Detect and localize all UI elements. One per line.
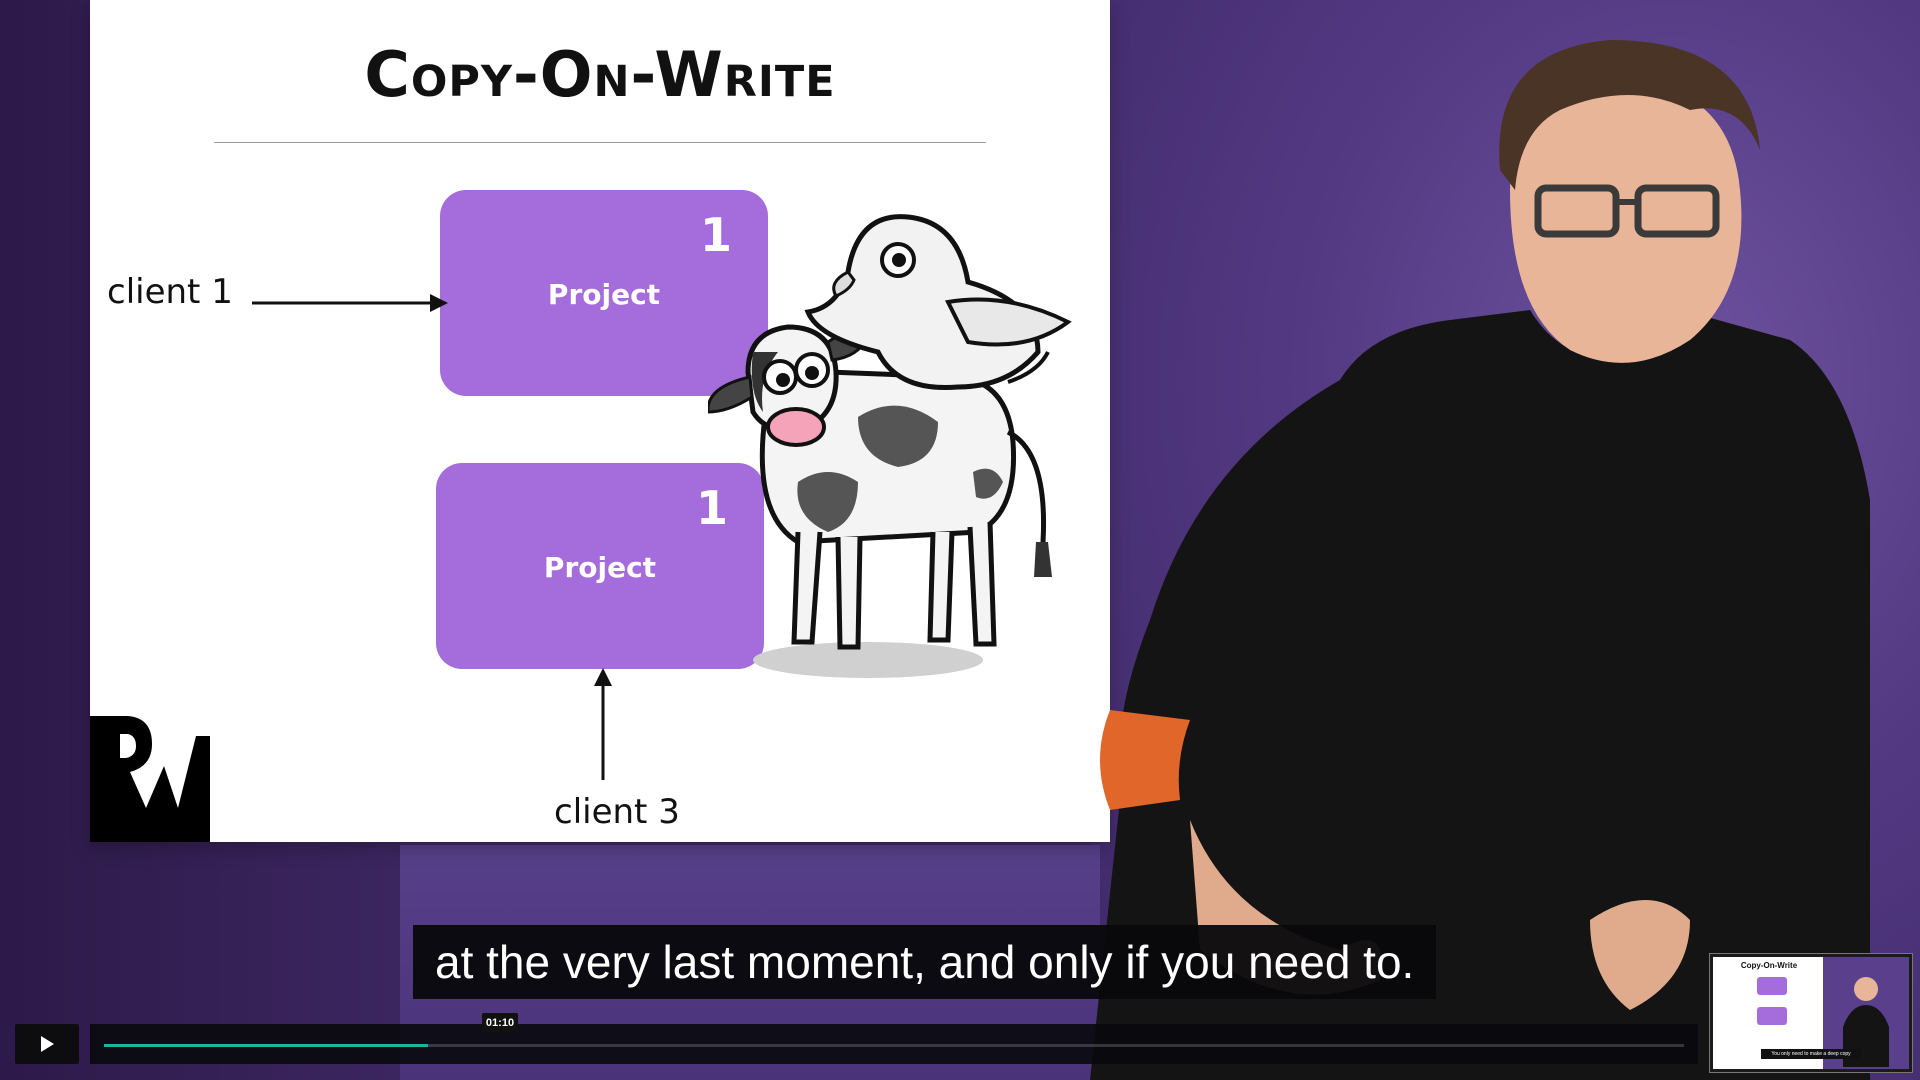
thumbnail-project-box xyxy=(1757,1007,1787,1025)
presentation-slide: Copy-On-Write 1 Project 1 Project client… xyxy=(90,0,1110,842)
slide-title: Copy-On-Write xyxy=(364,38,836,111)
client-3-label: client 3 xyxy=(554,792,680,832)
thumbnail-project-box xyxy=(1757,977,1787,995)
client-1-label: client 1 xyxy=(107,272,233,312)
thumbnail-title: Copy-On-Write xyxy=(1740,961,1798,970)
presenter-video xyxy=(1090,40,1870,1080)
subtitle-caption: at the very last moment, and only if you… xyxy=(413,925,1437,999)
play-icon xyxy=(41,1036,54,1052)
thumbnail-caption: You only need to make a deep copy xyxy=(1761,1049,1861,1059)
video-preview-thumbnail: Copy-On-Write You only need to make a de… xyxy=(1710,954,1912,1072)
title-divider xyxy=(214,142,986,143)
cow-and-bird-mascot-icon xyxy=(708,214,1072,678)
rw-logo-icon xyxy=(90,716,210,842)
arrow-right-icon xyxy=(252,294,448,312)
seek-bar[interactable] xyxy=(90,1024,1698,1064)
arrow-up-icon xyxy=(594,668,612,780)
play-button[interactable] xyxy=(15,1024,79,1064)
current-time-tooltip: 01:10 xyxy=(482,1013,518,1033)
seek-progress[interactable] xyxy=(104,1044,428,1047)
video-player-controls xyxy=(0,1022,1920,1080)
